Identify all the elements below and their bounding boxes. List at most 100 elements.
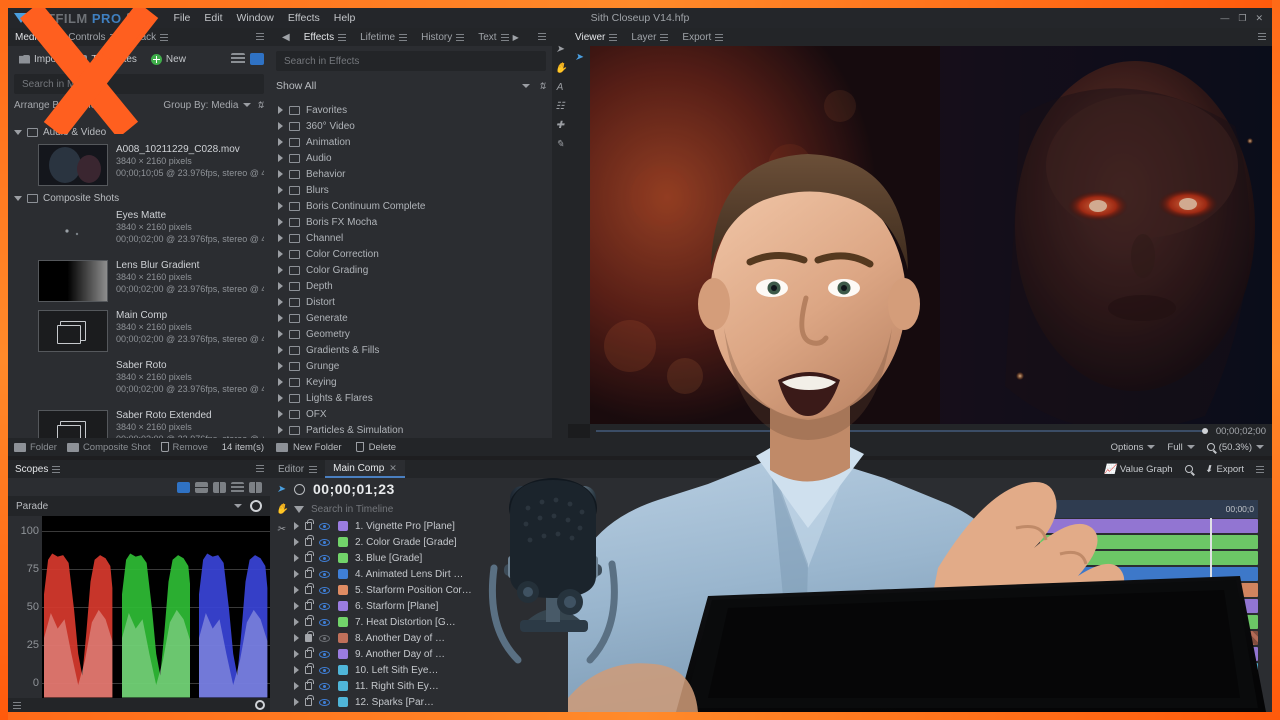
menu-hamburger-icon[interactable] — [52, 466, 60, 473]
disclosure-triangle-icon[interactable] — [278, 426, 283, 434]
menu-item-effects[interactable]: Effects — [288, 12, 320, 24]
disclosure-triangle-icon[interactable] — [278, 138, 283, 146]
group-by-control[interactable]: Group By: Media ⇅ — [163, 100, 264, 111]
effects-folder-row[interactable]: Geometry — [270, 326, 552, 342]
effects-folder-row[interactable]: OFX — [270, 406, 552, 422]
close-button[interactable]: ✕ — [1255, 13, 1263, 24]
lock-icon[interactable] — [305, 522, 312, 530]
eye-visibility-icon[interactable] — [319, 667, 330, 674]
timeline-playhead[interactable] — [1210, 518, 1212, 712]
disclosure-triangle-icon[interactable] — [294, 698, 299, 706]
menu-item-file[interactable]: File — [173, 12, 190, 24]
tab-viewer[interactable]: Viewer — [568, 28, 624, 46]
eye-visibility-icon[interactable] — [319, 523, 330, 530]
value-graph-button[interactable]: 📈 Value Graph — [1104, 464, 1172, 475]
disclosure-triangle-icon[interactable] — [278, 154, 283, 162]
disclosure-triangle-icon[interactable] — [278, 410, 283, 418]
disclosure-triangle-icon[interactable] — [14, 130, 22, 135]
media-list-item[interactable]: Saber Roto Extended3840 × 2160 pixels00;… — [8, 406, 270, 438]
disclosure-triangle-icon[interactable] — [278, 266, 283, 274]
lock-icon[interactable] — [305, 602, 312, 610]
effects-filter-dropdown[interactable]: Show All ⇅ — [270, 76, 552, 96]
magnifier-icon[interactable] — [1185, 465, 1193, 473]
scope-type-selector[interactable]: Parade — [8, 496, 270, 516]
timeline-clip[interactable] — [1040, 551, 1258, 565]
effects-folder-row[interactable]: Particles & Simulation — [270, 422, 552, 438]
menu-hamburger-icon[interactable] — [715, 34, 723, 41]
single-view-icon[interactable] — [177, 482, 190, 493]
close-icon[interactable]: ✕ — [389, 463, 397, 474]
sort-az-icon[interactable]: ⇅ — [256, 100, 264, 111]
menu-hamburger-icon[interactable] — [609, 34, 617, 41]
tab-scopes[interactable]: Scopes — [8, 460, 67, 478]
pen-tool-icon[interactable]: ✎ — [555, 139, 566, 150]
disclosure-triangle-icon[interactable] — [294, 634, 299, 642]
effects-folder-list[interactable]: Favorites360° VideoAnimationAudioBehavio… — [270, 102, 552, 438]
timeline-clip[interactable] — [1040, 583, 1258, 597]
effects-folder-row[interactable]: Gradients & Fills — [270, 342, 552, 358]
eye-visibility-icon[interactable] — [319, 587, 330, 594]
select-arrow-icon[interactable]: ➤ — [555, 44, 566, 55]
eye-visibility-icon[interactable] — [319, 539, 330, 546]
eye-visibility-icon[interactable] — [319, 619, 330, 626]
filter-funnel-icon[interactable] — [294, 506, 304, 513]
menu-hamburger-icon[interactable] — [46, 34, 54, 41]
disclosure-triangle-icon[interactable] — [278, 378, 283, 386]
disclosure-triangle-icon[interactable] — [278, 250, 283, 258]
effects-folder-row[interactable]: Keying — [270, 374, 552, 390]
menu-hamburger-icon[interactable] — [110, 34, 118, 41]
media-group-row[interactable]: Composite Shots — [8, 190, 270, 206]
stacked-view-icon[interactable] — [231, 482, 244, 493]
lock-icon[interactable] — [305, 618, 312, 626]
menu-hamburger-icon[interactable] — [456, 34, 464, 41]
maximize-button[interactable]: ❐ — [1238, 13, 1246, 24]
disclosure-triangle-icon[interactable] — [294, 602, 299, 610]
tab-editor[interactable]: Editor — [270, 460, 325, 478]
new-button[interactable]: New — [146, 52, 191, 67]
tab-layer[interactable]: Layer — [624, 28, 675, 46]
list-view-icon[interactable] — [231, 53, 245, 65]
remove-button[interactable]: Remove — [161, 442, 208, 453]
templates-button[interactable]: Templates — [71, 52, 142, 67]
menu-hamburger-icon[interactable] — [309, 466, 317, 473]
menu-item-edit[interactable]: Edit — [204, 12, 222, 24]
effects-folder-row[interactable]: Distort — [270, 294, 552, 310]
sort-az-icon[interactable]: ⇅ — [538, 81, 546, 92]
timeline-clip[interactable] — [1040, 535, 1258, 549]
media-group-row[interactable]: Audio & Video — [8, 124, 270, 140]
playhead-handle[interactable] — [1202, 428, 1208, 434]
move-tool-icon[interactable]: ✚ — [555, 120, 566, 131]
new-folder-button[interactable]: New Folder — [276, 442, 342, 453]
menu-item-help[interactable]: Help — [334, 12, 356, 24]
eye-visibility-icon[interactable] — [319, 603, 330, 610]
hand-icon[interactable]: ✋ — [276, 504, 287, 515]
panel-menu-button[interactable] — [538, 32, 552, 43]
disclosure-triangle-icon[interactable] — [278, 234, 283, 242]
gear-icon[interactable] — [250, 500, 262, 512]
export-button[interactable]: ⬇ Export — [1205, 464, 1244, 475]
disclosure-triangle-icon[interactable] — [14, 196, 22, 201]
effects-search-input[interactable]: Search in Effects — [276, 51, 546, 71]
quad-view-icon[interactable] — [249, 482, 262, 493]
effects-folder-row[interactable]: Color Correction — [270, 246, 552, 262]
effects-folder-row[interactable]: 360° Video — [270, 118, 552, 134]
options-dropdown[interactable]: Options — [1111, 442, 1156, 453]
viewer-scrubber[interactable]: 00;00;02;00 — [590, 424, 1272, 438]
tab-controls[interactable]: Controls — [61, 28, 124, 46]
delete-button[interactable]: Delete — [356, 442, 396, 453]
disclosure-triangle-icon[interactable] — [294, 570, 299, 578]
media-list-item[interactable]: Lens Blur Gradient3840 × 2160 pixels00;0… — [8, 256, 270, 306]
lock-icon[interactable] — [305, 698, 312, 706]
media-list-item[interactable]: Eyes Matte3840 × 2160 pixels00;00;02;00 … — [8, 206, 270, 256]
media-list[interactable]: Audio & VideoA008_10211229_C028.mov3840 … — [8, 124, 270, 438]
eye-visibility-icon[interactable] — [319, 571, 330, 578]
lock-icon[interactable] — [305, 538, 312, 546]
timeline-clip[interactable] — [1040, 695, 1258, 709]
vertical-split-icon[interactable] — [213, 482, 226, 493]
eye-visibility-icon[interactable] — [319, 555, 330, 562]
menu-hamburger-icon[interactable] — [160, 34, 168, 41]
scrub-track[interactable] — [596, 430, 1208, 432]
menu-hamburger-icon[interactable] — [1256, 466, 1264, 473]
disclosure-triangle-icon[interactable] — [278, 330, 283, 338]
disclosure-triangle-icon[interactable] — [278, 122, 283, 130]
